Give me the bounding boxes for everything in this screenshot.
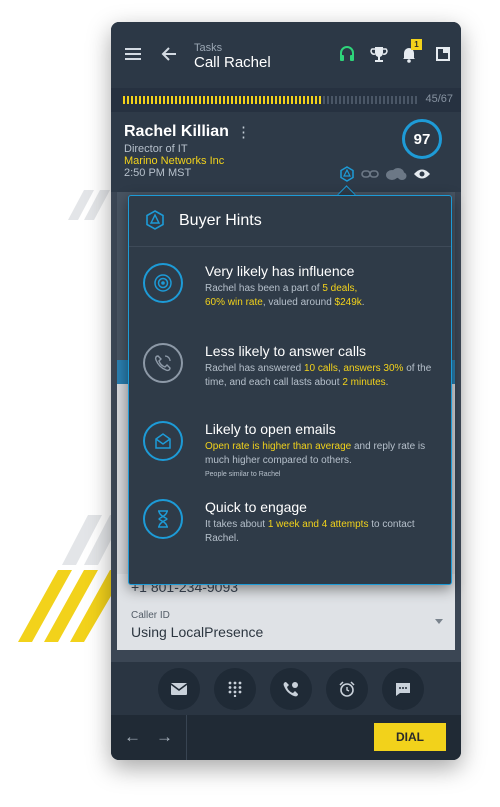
reminder-button[interactable] [326,668,368,710]
contact-icons [339,166,431,182]
menu-icon[interactable] [122,44,144,64]
hint-highlight: Open rate is higher than average [205,441,352,452]
contact-company[interactable]: Marino Networks Inc [124,155,224,167]
caller-id-select[interactable]: Using LocalPresence [131,624,263,640]
progress-track [123,96,418,104]
hint-highlight: 10 calls [303,363,338,374]
buyer-hints-icon[interactable] [339,166,355,182]
decorative-yellow-stripes [18,570,118,642]
hint-note: People similar to Rachel [205,471,281,478]
hint-heading: Likely to open emails [205,421,336,437]
message-icon [395,682,411,697]
dialpad-icon [228,681,242,697]
headset-icon[interactable] [336,43,358,65]
page-title: Call Rachel [194,54,271,71]
caller-id-dropdown-icon[interactable] [435,619,443,624]
email-icon [171,683,187,695]
bottom-divider [186,715,187,760]
previous-arrow-icon[interactable]: ← [124,727,141,747]
hint-highlight: $249k [334,297,362,308]
hint-highlight: 60% win rate [205,297,263,308]
contact-name[interactable]: Rachel Killian [124,123,229,141]
popup-title: Buyer Hints [179,212,262,229]
action-buttons [158,668,424,710]
caller-id-label: Caller ID [131,610,170,621]
call-details-panel: +1 801-234-9093 Caller ID Using LocalPre… [117,574,455,650]
contact-score[interactable]: 97 [402,119,442,159]
hint-heading: Less likely to answer calls [205,343,367,359]
next-arrow-icon[interactable]: → [156,727,173,747]
breadcrumb[interactable]: Tasks [194,42,222,54]
hint-description: Open rate is higher than average and rep… [205,440,437,468]
hint-highlight: 5 deals, [322,283,358,294]
hint-text: . [361,297,365,308]
contact-local-time: 2:50 PM MST [124,167,192,179]
kebab-menu-icon[interactable]: ⋮ [236,123,251,141]
back-arrow-icon[interactable] [158,44,180,64]
window-icon[interactable] [433,44,453,64]
hint-highlight: 2 minutes [342,377,386,388]
email-icon [143,421,183,461]
hint-highlight: 1 week and 4 attempts [267,519,369,530]
contact-header: Rachel Killian ⋮ Director of IT Marino N… [111,112,461,192]
message-button[interactable] [382,668,424,710]
voicemail-button[interactable] [270,668,312,710]
bottom-bar: ← → DIAL [111,715,461,760]
buyer-hints-popup: Buyer Hints Very likely has influence Ra… [128,195,452,585]
hint-description: Rachel has answered 10 calls, answers 30… [205,362,437,390]
hint-description: Rachel has been a part of 5 deals, 60% wi… [205,282,437,310]
hint-heading: Quick to engage [205,499,307,515]
alarm-icon [339,681,355,697]
hint-text: . [385,377,389,388]
buyer-hints-icon [145,210,165,235]
link-icon[interactable] [361,168,379,180]
contact-job-title: Director of IT [124,143,188,155]
hint-text: Rachel has been a part of [205,283,323,294]
salesforce-cloud-icon[interactable] [385,167,407,181]
phone-icon [143,343,183,383]
dial-button[interactable]: DIAL [374,723,446,751]
email-button[interactable] [158,668,200,710]
voicemail-icon [283,681,299,697]
hint-heading: Very likely has influence [205,263,355,279]
top-bar: Tasks Call Rachel 1 [111,22,461,88]
trophy-icon[interactable] [368,43,390,65]
dialpad-button[interactable] [214,668,256,710]
influence-icon [143,263,183,303]
hint-text: , valued around [262,297,335,308]
hourglass-icon [143,499,183,539]
hint-description: It takes about 1 week and 4 attempts to … [205,518,437,546]
notification-badge: 1 [411,39,422,50]
progress-count: 45/67 [425,93,453,105]
popup-header: Buyer Hints [129,196,451,247]
hint-highlight: answers 30% [343,363,404,374]
task-progress: 45/67 [111,88,461,112]
progress-fill [123,96,321,104]
hint-text: Rachel has answered [205,363,304,374]
hint-text: It takes about [205,519,268,530]
eye-icon[interactable] [413,168,431,180]
